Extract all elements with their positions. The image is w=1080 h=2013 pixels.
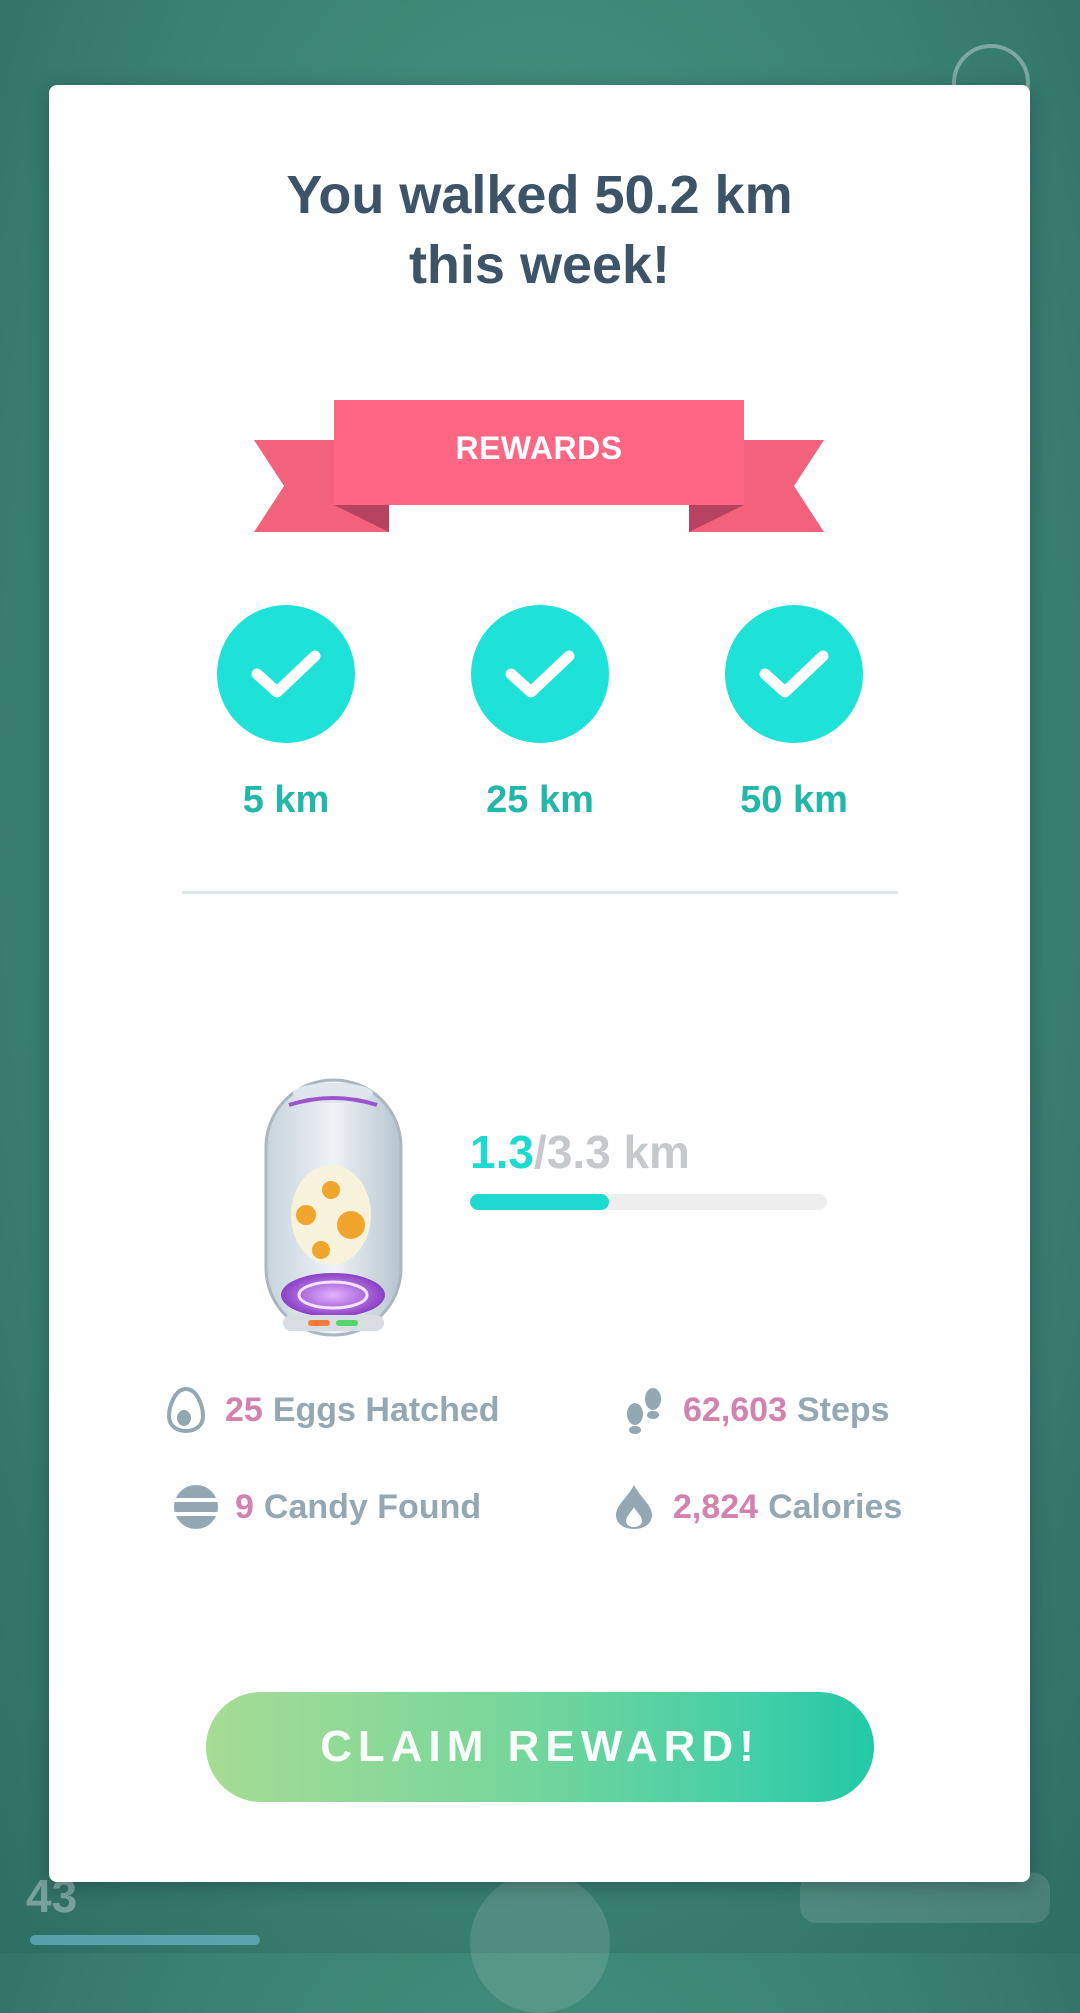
candy-icon <box>171 1482 221 1532</box>
milestone-label: 50 km <box>740 779 848 821</box>
egg-distance-current: 1.3 <box>470 1126 534 1178</box>
egg-distance-progress: 1.3/3.3 km <box>470 1125 690 1179</box>
stat-label: Calories <box>768 1487 903 1526</box>
milestone-5km: 5 km <box>216 605 356 822</box>
rewards-label: REWARDS <box>455 430 623 466</box>
checkmark-icon <box>217 605 355 743</box>
milestone-label: 25 km <box>486 779 594 821</box>
stat-label: Steps <box>797 1390 890 1429</box>
stat-value: 62,603 <box>683 1390 787 1429</box>
main-menu-button <box>470 1873 610 2013</box>
stat-value: 2,824 <box>673 1487 759 1526</box>
stat-candy-found: 9 Candy Found <box>171 1482 481 1532</box>
milestone-50km: 50 km <box>724 605 864 822</box>
stat-eggs-hatched: 25 Eggs Hatched <box>161 1385 500 1435</box>
checkmark-icon <box>725 605 863 743</box>
milestone-label: 5 km <box>242 779 330 821</box>
egg-icon <box>161 1385 211 1435</box>
title-line-1: You walked 50.2 km <box>286 165 793 225</box>
stat-steps: 62,603 Steps <box>619 1385 890 1435</box>
stat-label: Eggs Hatched <box>272 1390 500 1429</box>
claim-reward-button[interactable]: CLAIM REWARD! <box>206 1692 874 1802</box>
flame-icon <box>609 1482 659 1532</box>
trainer-xp-bar <box>30 1935 260 1945</box>
rewards-ribbon: REWARDS <box>254 400 824 540</box>
egg-incubator-icon <box>261 1075 406 1345</box>
stat-value: 9 <box>235 1487 254 1526</box>
milestone-25km: 25 km <box>470 605 610 822</box>
section-divider <box>182 891 898 894</box>
title-line-2: this week! <box>408 235 671 295</box>
footsteps-icon <box>619 1385 669 1435</box>
weekly-summary-card: You walked 50.2 km this week! REWARDS 5 … <box>49 85 1030 1882</box>
summary-title: You walked 50.2 km this week! <box>49 160 1030 300</box>
egg-progress-fill <box>470 1194 610 1210</box>
stat-value: 25 <box>225 1390 263 1429</box>
stat-label: Candy Found <box>263 1487 482 1526</box>
checkmark-icon <box>471 605 609 743</box>
egg-distance-total: /3.3 km <box>533 1126 690 1178</box>
stat-calories: 2,824 Calories <box>609 1482 902 1532</box>
egg-progress-bar <box>470 1194 827 1210</box>
